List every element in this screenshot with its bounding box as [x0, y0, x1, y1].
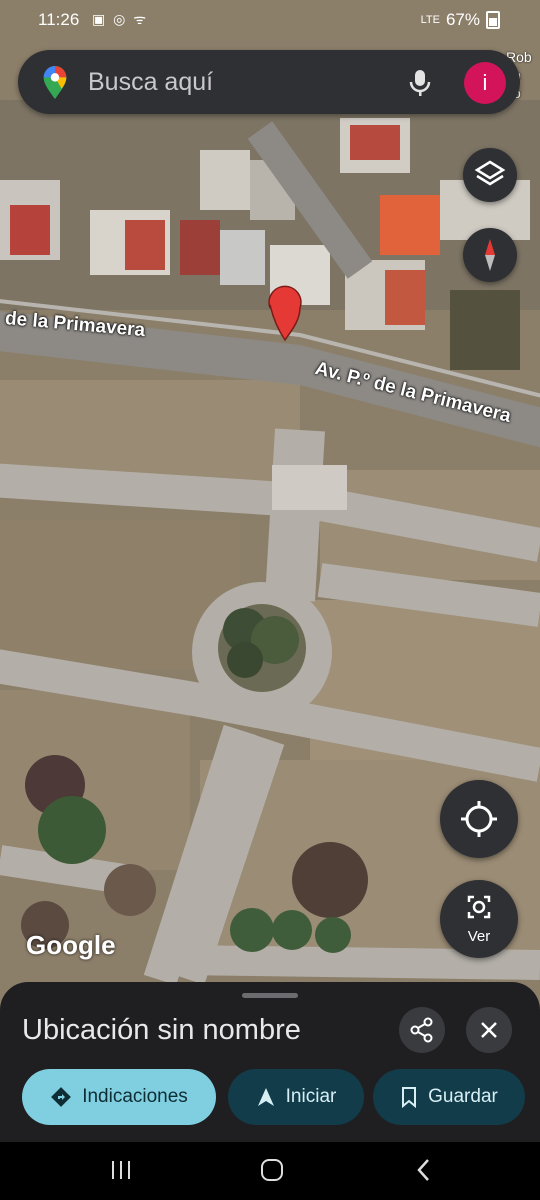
place-title: Ubicación sin nombre [22, 1014, 301, 1046]
street-view-button[interactable]: Ver [440, 880, 518, 958]
layers-button[interactable] [463, 148, 517, 202]
microphone-icon[interactable] [408, 68, 432, 98]
ver-label: Ver [467, 928, 491, 945]
navigation-arrow-icon [257, 1088, 274, 1106]
compass-button[interactable] [463, 228, 517, 282]
status-time: 11:26 [38, 10, 80, 29]
close-icon [481, 1022, 497, 1038]
directions-button[interactable]: Indicaciones [22, 1069, 216, 1125]
close-button[interactable] [466, 1007, 512, 1053]
save-label: Guardar [428, 1086, 498, 1107]
signal-icon: LTE [420, 14, 440, 26]
share-button[interactable] [399, 1007, 445, 1053]
drag-handle[interactable] [242, 993, 298, 998]
google-watermark: Google [26, 930, 116, 960]
search-bar[interactable]: Busca aquí i [18, 50, 520, 114]
crosshair-icon [461, 801, 497, 837]
directions-label: Indicaciones [82, 1086, 188, 1107]
system-nav-bar [0, 1142, 540, 1200]
compass-icon [485, 239, 495, 271]
my-location-button[interactable] [440, 780, 518, 858]
avatar[interactable]: i [464, 62, 506, 104]
start-label: Iniciar [285, 1086, 337, 1107]
place-bottom-sheet[interactable]: Ubicación sin nombre Indicaciones Inicia… [0, 982, 540, 1142]
back-icon[interactable] [414, 1157, 434, 1183]
layers-icon [474, 160, 506, 186]
search-input[interactable]: Busca aquí [88, 68, 213, 97]
maps-logo-icon [43, 66, 67, 100]
home-icon[interactable] [259, 1157, 285, 1183]
recent-apps-icon[interactable] [108, 1158, 134, 1182]
status-bar: 11:26 ▣ ◎ ᯤ LTE 67% [0, 6, 540, 36]
share-icon [410, 1017, 433, 1043]
directions-icon [51, 1087, 72, 1107]
battery-percent: 67% [445, 10, 480, 29]
start-button[interactable]: Iniciar [228, 1069, 364, 1125]
notification-icons: ▣ ◎ ᯤ [92, 11, 149, 27]
save-button[interactable]: Guardar [373, 1069, 525, 1125]
bookmark-icon [402, 1087, 417, 1108]
camera-scan-icon [467, 895, 491, 919]
battery-icon [486, 11, 500, 29]
